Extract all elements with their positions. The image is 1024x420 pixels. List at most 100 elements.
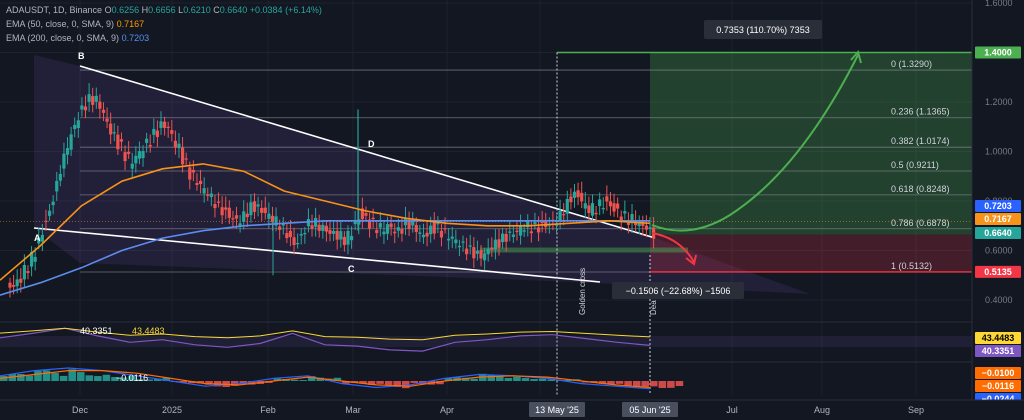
candle-body (522, 230, 526, 232)
ema50-legend[interactable]: EMA (50, close, 0, SMA, 9) 0.7167 (6, 18, 144, 30)
candle-body (256, 204, 260, 207)
candle-body (76, 120, 80, 129)
macd-histogram-bar (410, 381, 419, 383)
candle-body (123, 152, 127, 162)
fib-label-4: 0.618 (0.8248) (891, 184, 950, 194)
candle-body (19, 278, 23, 283)
candle-body (590, 203, 595, 216)
rsi-value: 43.4483 (132, 326, 165, 336)
candle-body (173, 140, 177, 148)
candle-body (159, 121, 163, 128)
x-tick-label-7: Aug (814, 405, 830, 415)
pattern-point-C: C (348, 264, 355, 274)
candle-body (299, 234, 303, 236)
candle-body (145, 138, 149, 143)
ema200-value: 0.7203 (121, 33, 150, 43)
price-badge-label-0: 1.4000 (984, 48, 1012, 58)
candle-body (393, 231, 397, 234)
candle-body (396, 227, 400, 231)
candle-body (616, 203, 620, 209)
candle-body (87, 94, 91, 102)
candle-body (457, 245, 462, 248)
macd-histogram-bar (76, 372, 85, 381)
pattern-point-A: A (34, 233, 41, 243)
candle-body (105, 118, 109, 122)
fib-label-5: 0.786 (0.6878) (891, 218, 950, 228)
candle-body (497, 239, 501, 248)
candle-body (569, 196, 573, 203)
candle-body (583, 203, 587, 209)
stop-box-label: −0.1506 (−22.68%) −1506 (626, 286, 731, 296)
y-tick-label-2: 1.2000 (985, 97, 1013, 107)
support-zone (480, 247, 688, 253)
close-value: 0.6640 (219, 5, 248, 15)
candle-body (421, 234, 426, 238)
candle-body (321, 224, 325, 231)
candle-body (461, 241, 465, 243)
candle-body (94, 95, 98, 102)
candle-body (242, 211, 246, 222)
macd-histogram-bar (102, 374, 111, 381)
x-tick-label-3: Mar (345, 405, 361, 415)
macd-histogram-bar (42, 370, 51, 381)
candle-body (414, 224, 418, 233)
macd-histogram-bar (667, 381, 675, 388)
candle-body (51, 201, 55, 206)
candle-body (375, 230, 379, 234)
macd-histogram-bar (17, 373, 25, 381)
candle-body (267, 213, 271, 219)
macd-histogram-bar (85, 375, 94, 381)
candle-body (292, 237, 296, 245)
macd-histogram-bar (59, 375, 68, 381)
candle-body (195, 183, 199, 185)
macd-histogram-bar (521, 378, 530, 381)
candle-body (447, 238, 451, 241)
candle-body (572, 191, 577, 198)
candle-body (227, 207, 231, 218)
macd-histogram-bar (51, 372, 59, 381)
candle-body (62, 153, 66, 169)
candle-body (188, 167, 192, 180)
price-badge-label-1: 0.7203 (984, 201, 1012, 211)
candle-body (587, 205, 591, 214)
candle-body (385, 224, 390, 234)
candle-body (475, 250, 480, 254)
rsi-ma-value: 40.3351 (80, 326, 113, 336)
candle-body (562, 214, 566, 216)
open-value: 0.6256 (111, 5, 140, 15)
candle-body (202, 188, 206, 194)
candle-body (317, 224, 321, 231)
macd-histogram-bar (290, 379, 299, 381)
candle-body (8, 282, 12, 288)
candle-body (234, 215, 239, 219)
candle-body (472, 247, 476, 259)
change-value: +0.0384 (+6.14%) (249, 5, 322, 15)
candle-body (180, 147, 185, 165)
candle-body (500, 233, 505, 243)
candle-body (184, 158, 188, 160)
macd-histogram-bar (94, 376, 102, 381)
candle-body (296, 242, 300, 245)
x-tick-label-4: Apr (440, 405, 454, 415)
date-badge-label-1: 05 Jun '25 (629, 405, 670, 415)
candle-body (15, 279, 19, 287)
ema200-legend[interactable]: EMA (200, close, 0, SMA, 9) 0.7203 (6, 32, 149, 44)
candle-body (245, 213, 249, 218)
candle-body (98, 101, 102, 109)
candle-body (91, 96, 95, 105)
date-badge-label-0: 13 May '25 (535, 405, 579, 415)
candle-body (260, 207, 264, 213)
candle-body (371, 217, 375, 219)
price-chart[interactable]: 0 (1.3290) 0.236 (1.1365) 0.382 (1.0174) 0.… (0, 0, 1024, 420)
macd-histogram-bar (650, 381, 658, 387)
pattern-point-D: D (368, 139, 375, 149)
x-tick-label-8: Sep (908, 405, 924, 415)
candle-body (206, 194, 210, 196)
candle-body (425, 232, 429, 237)
fib-label-0: 0 (1.3290) (891, 59, 932, 69)
candle-body (58, 173, 62, 181)
low-value: 0.6210 (183, 5, 211, 15)
candle-body (191, 169, 195, 173)
candle-body (163, 121, 167, 128)
candle-body (529, 231, 533, 234)
